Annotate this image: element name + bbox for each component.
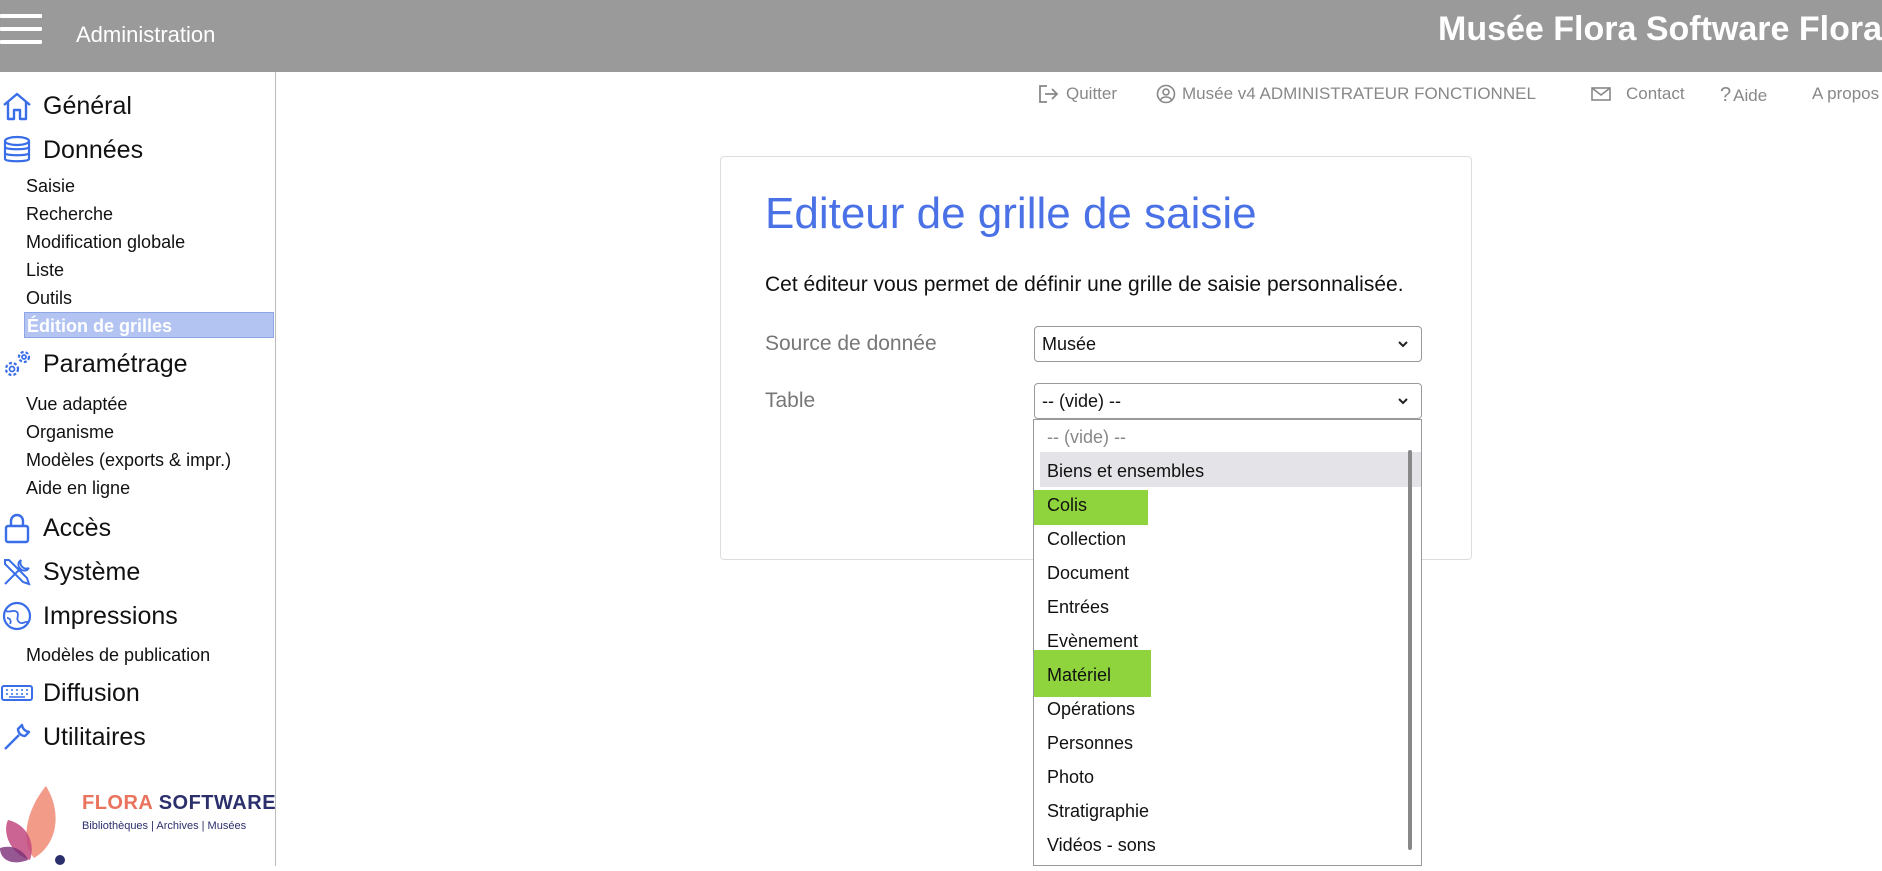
apropos-label: A propos (1812, 84, 1880, 103)
sidebar-item-edition-de-grilles[interactable]: Édition de grilles (24, 312, 274, 338)
flora-software-logo: FLORA SOFTWARE Bibliothèques | Archives … (0, 782, 276, 866)
aide-label: Aide (1733, 85, 1768, 105)
sidebar-section-label: Paramétrage (43, 349, 188, 378)
sidebar-item-recherche[interactable]: Recherche (26, 204, 113, 225)
logo-name-part1: FLORA (82, 792, 153, 814)
app-title: Musée Flora Software Flora (1438, 10, 1882, 48)
home-icon (0, 89, 34, 123)
sidebar-item-liste[interactable]: Liste (26, 260, 64, 281)
dropdown-option[interactable]: -- (vide) -- (1047, 427, 1126, 448)
sidebar-section-impressions[interactable]: Impressions (0, 596, 178, 636)
table-dropdown-list[interactable]: -- (vide) -- Biens et ensembles Colis Co… (1033, 419, 1422, 866)
source-select-value: Musée (1042, 333, 1097, 354)
dropdown-scrollbar[interactable] (1408, 450, 1412, 850)
source-select[interactable]: Musée (1034, 326, 1422, 362)
sidebar-section-label: Général (43, 91, 132, 120)
sidebar-item-outils[interactable]: Outils (26, 288, 72, 309)
dropdown-option[interactable]: Matériel (1047, 665, 1111, 686)
sidebar-section-label: Accès (43, 513, 112, 542)
sidebar-item-organisme[interactable]: Organisme (26, 422, 114, 443)
user-link[interactable]: Musée v4 ADMINISTRATEUR FONCTIONNEL (1156, 84, 1536, 104)
gears-icon (0, 347, 34, 381)
globe-icon (0, 599, 34, 633)
logo-name-part2: SOFTWARE (152, 792, 277, 814)
sidebar-item-saisie[interactable]: Saisie (26, 176, 75, 197)
sidebar-section-parametrage[interactable]: Paramétrage (0, 344, 188, 384)
logout-icon (1039, 85, 1059, 103)
top-header: Administration Musée Flora Software Flor… (0, 0, 1882, 72)
wrench-icon (0, 720, 34, 754)
dropdown-option[interactable]: Photo (1047, 767, 1094, 788)
database-icon (0, 133, 34, 167)
sidebar-item-aide-en-ligne[interactable]: Aide en ligne (26, 478, 130, 499)
sidebar-section-label: Diffusion (43, 678, 140, 707)
source-label: Source de donnée (765, 332, 937, 355)
dropdown-option[interactable]: Opérations (1047, 699, 1135, 720)
dropdown-option[interactable]: Biens et ensembles (1047, 461, 1204, 482)
sidebar-item-modification-globale[interactable]: Modification globale (26, 232, 185, 253)
envelope-icon (1591, 87, 1611, 101)
sidebar-section-label: Système (43, 557, 141, 586)
dropdown-option[interactable]: Vidéos - sons (1047, 835, 1156, 856)
dropdown-option[interactable]: Colis (1047, 495, 1087, 516)
sidebar-item-vue-adaptee[interactable]: Vue adaptée (26, 394, 127, 415)
table-select[interactable]: -- (vide) -- (1034, 383, 1422, 419)
flora-petal-icon (0, 786, 65, 865)
chevron-down-icon (1398, 398, 1408, 405)
quitter-link[interactable]: Quitter (1038, 84, 1117, 104)
sidebar-item-modeles-de-publication[interactable]: Modèles de publication (26, 645, 210, 666)
sidebar-section-donnees[interactable]: Données (0, 130, 143, 170)
dropdown-option[interactable]: Evènement (1047, 631, 1138, 652)
question-icon: ? (1720, 84, 1732, 106)
keyboard-icon (0, 676, 34, 710)
section-title: Administration (76, 22, 216, 47)
dropdown-option[interactable]: Entrées (1047, 597, 1109, 618)
aide-link[interactable]: ? Aide (1720, 84, 1767, 107)
hamburger-menu-icon[interactable] (0, 14, 42, 48)
sidebar-section-utilitaires[interactable]: Utilitaires (0, 717, 146, 757)
logo-tagline: Bibliothèques | Archives | Musées (82, 820, 247, 832)
dropdown-option[interactable]: Document (1047, 563, 1129, 584)
user-label: Musée v4 ADMINISTRATEUR FONCTIONNEL (1182, 84, 1536, 103)
sidebar: Général Données Saisie Recherche Modific… (0, 72, 276, 866)
tools-icon (0, 555, 34, 589)
sidebar-item-modeles-exports[interactable]: Modèles (exports & impr.) (26, 450, 231, 471)
table-label: Table (765, 389, 816, 412)
dropdown-option[interactable]: Stratigraphie (1047, 801, 1149, 822)
dropdown-option[interactable]: Personnes (1047, 733, 1133, 754)
logo-text: FLORA SOFTWARE (82, 792, 276, 815)
contact-link[interactable]: Contact (1590, 84, 1685, 104)
sidebar-section-diffusion[interactable]: Diffusion (0, 673, 140, 713)
sidebar-section-label: Données (43, 135, 144, 164)
table-select-value: -- (vide) -- (1042, 390, 1121, 411)
sidebar-section-general[interactable]: Général (0, 86, 132, 126)
sidebar-section-acces[interactable]: Accès (0, 508, 111, 548)
sidebar-section-label: Impressions (43, 601, 178, 630)
user-circle-icon (1156, 84, 1176, 104)
chevron-down-icon (1398, 341, 1408, 348)
apropos-link[interactable]: A propos (1812, 84, 1879, 104)
lock-icon (0, 511, 34, 545)
dropdown-option[interactable]: Collection (1047, 529, 1126, 550)
contact-label: Contact (1626, 84, 1685, 103)
page-title: Editeur de grille de saisie (765, 189, 1257, 238)
sidebar-section-systeme[interactable]: Système (0, 552, 140, 592)
editor-description: Cet éditeur vous permet de définir une g… (765, 273, 1404, 296)
quitter-label: Quitter (1066, 84, 1118, 103)
sidebar-section-label: Utilitaires (43, 722, 146, 751)
